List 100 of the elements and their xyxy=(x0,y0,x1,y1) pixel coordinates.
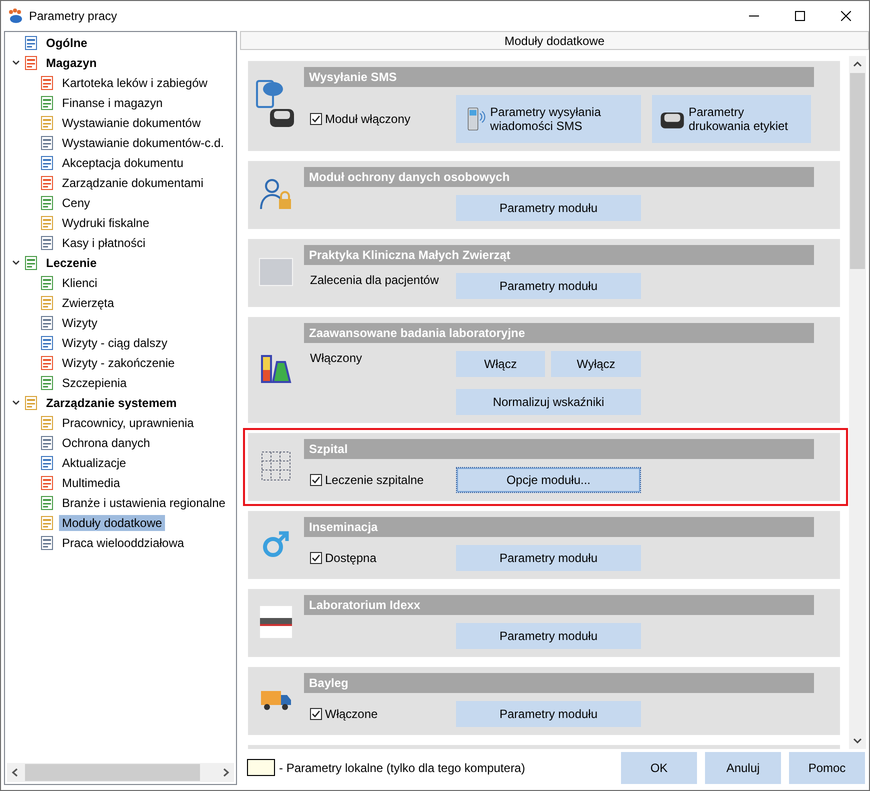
document-icon xyxy=(39,215,55,231)
scrollbar-thumb[interactable] xyxy=(25,764,200,781)
module-header: Inseminacja xyxy=(304,517,814,537)
module-button[interactable]: Parametry modułu xyxy=(456,195,641,221)
tree-item[interactable]: Ceny xyxy=(59,195,94,211)
user-lock-icon xyxy=(259,177,293,211)
checkbox-box[interactable] xyxy=(310,113,322,125)
document-icon xyxy=(39,455,55,471)
document-icon xyxy=(23,255,39,271)
horizontal-scrollbar[interactable] xyxy=(7,763,234,782)
document-icon xyxy=(39,535,55,551)
tree-item[interactable]: Ochrona danych xyxy=(59,435,154,451)
document-icon xyxy=(39,375,55,391)
checkbox-label[interactable]: Włączone xyxy=(325,707,378,721)
document-icon xyxy=(39,135,55,151)
document-icon xyxy=(39,335,55,351)
dialog-button[interactable]: Pomoc xyxy=(789,752,865,784)
tree-item[interactable]: Wystawianie dokumentów-c.d. xyxy=(59,135,227,151)
tree-item[interactable]: Akceptacja dokumentu xyxy=(59,155,186,171)
module-button[interactable]: Parametry modułu xyxy=(456,701,641,727)
document-icon xyxy=(39,275,55,291)
tree-item[interactable]: Ogólne xyxy=(43,35,90,51)
document-icon xyxy=(39,175,55,191)
module-header: Bayleg xyxy=(304,673,814,693)
tree-item[interactable]: Praca wielooddziałowa xyxy=(59,535,188,551)
tree-item[interactable]: Kasy i płatności xyxy=(59,235,148,251)
scrollbar-thumb[interactable] xyxy=(850,73,865,269)
grid-icon xyxy=(261,451,291,481)
document-icon xyxy=(39,75,55,91)
document-icon xyxy=(39,435,55,451)
document-icon xyxy=(39,315,55,331)
document-icon xyxy=(39,115,55,131)
document-icon xyxy=(39,295,55,311)
checkbox-box[interactable] xyxy=(310,708,322,720)
legend-text: - Parametry lokalne (tylko dla tego komputera) xyxy=(279,760,526,774)
module-button[interactable]: Włącz xyxy=(456,351,545,377)
logo-placeholder xyxy=(260,606,292,638)
document-icon xyxy=(39,415,55,431)
panel-title: Moduły dodatkowe xyxy=(240,31,869,50)
tree-item[interactable]: Pracownicy, uprawnienia xyxy=(59,415,197,431)
module-button[interactable]: Parametry modułu xyxy=(456,273,641,299)
module-button[interactable]: Normalizuj wskaźniki xyxy=(456,389,641,415)
module-button[interactable]: Parametry modułu xyxy=(456,623,641,649)
male-symbol-icon xyxy=(262,530,290,558)
document-icon xyxy=(39,155,55,171)
document-icon xyxy=(39,195,55,211)
module-header: Wysyłanie SMS xyxy=(304,67,814,87)
module-button[interactable]: Wyłącz xyxy=(551,351,641,377)
paw-icon xyxy=(7,8,23,24)
window-title: Parametry pracy xyxy=(29,8,118,22)
close-icon[interactable] xyxy=(841,10,851,20)
checkbox-label[interactable]: Moduł włączony xyxy=(325,112,410,126)
module-header: Praktyka Kliniczna Małych Zwierząt xyxy=(304,245,814,265)
module-button[interactable]: Parametry modułu xyxy=(456,545,641,571)
photo-placeholder xyxy=(259,258,293,286)
checkbox-label[interactable]: Leczenie szpitalne xyxy=(325,473,424,487)
option-label: Włączony xyxy=(310,351,362,365)
document-icon xyxy=(23,55,39,71)
document-icon xyxy=(23,35,39,51)
tree-item[interactable]: Branże i ustawienia regionalne xyxy=(59,495,228,511)
tree-item[interactable]: Zarządzanie dokumentami xyxy=(59,175,206,191)
local-color-swatch xyxy=(247,759,275,776)
tree-item[interactable]: Wystawianie dokumentów xyxy=(59,115,204,131)
maximize-icon[interactable] xyxy=(795,10,805,20)
module-header: Szpital xyxy=(304,439,814,459)
tree-item[interactable]: Leczenie xyxy=(43,255,100,271)
tree-item[interactable]: Multimedia xyxy=(59,475,124,491)
document-icon xyxy=(39,235,55,251)
tree-item[interactable]: Klienci xyxy=(59,275,100,291)
tree-item[interactable]: Szczepienia xyxy=(59,375,130,391)
settings-button[interactable]: Parametry wysyłania wiadomości SMS xyxy=(456,95,641,143)
module-button[interactable]: Opcje modułu... xyxy=(456,467,641,493)
dialog-button[interactable]: OK xyxy=(621,752,697,784)
tree-item[interactable]: Kartoteka leków i zabiegów xyxy=(59,75,210,91)
checkbox-label[interactable]: Dostępna xyxy=(325,551,376,565)
truck-icon xyxy=(260,689,292,711)
tree-item[interactable]: Wydruki fiskalne xyxy=(59,215,152,231)
tree-item[interactable]: Zwierzęta xyxy=(59,295,118,311)
tree-item[interactable]: Magazyn xyxy=(43,55,100,71)
tree-item[interactable]: Zarządzanie systemem xyxy=(43,395,180,411)
tree-item[interactable]: Wizyty - ciąg dalszy xyxy=(59,335,170,351)
tree-item[interactable]: Moduły dodatkowe xyxy=(59,515,166,531)
checkbox-box[interactable] xyxy=(310,474,322,486)
module-header: Laboratorium Idexx xyxy=(304,595,814,615)
dialog-button[interactable]: Anuluj xyxy=(705,752,781,784)
settings-button[interactable]: Parametry drukowania etykiet xyxy=(652,95,811,143)
module-header: Zaawansowane badania laboratoryjne xyxy=(304,323,814,343)
tree-item[interactable]: Aktualizacje xyxy=(59,455,130,471)
document-icon xyxy=(23,395,39,411)
document-icon xyxy=(39,515,55,531)
lab-flasks-icon xyxy=(259,352,293,386)
vertical-scrollbar[interactable] xyxy=(849,56,866,749)
tree-item[interactable]: Finanse i magazyn xyxy=(59,95,166,111)
document-icon xyxy=(39,475,55,491)
tree-item[interactable]: Wizyty xyxy=(59,315,100,331)
option-label: Zalecenia dla pacjentów xyxy=(310,273,439,287)
checkbox-box[interactable] xyxy=(310,552,322,564)
document-icon xyxy=(39,95,55,111)
module-header: Moduł ochrony danych osobowych xyxy=(304,167,814,187)
tree-item[interactable]: Wizyty - zakończenie xyxy=(59,355,178,371)
